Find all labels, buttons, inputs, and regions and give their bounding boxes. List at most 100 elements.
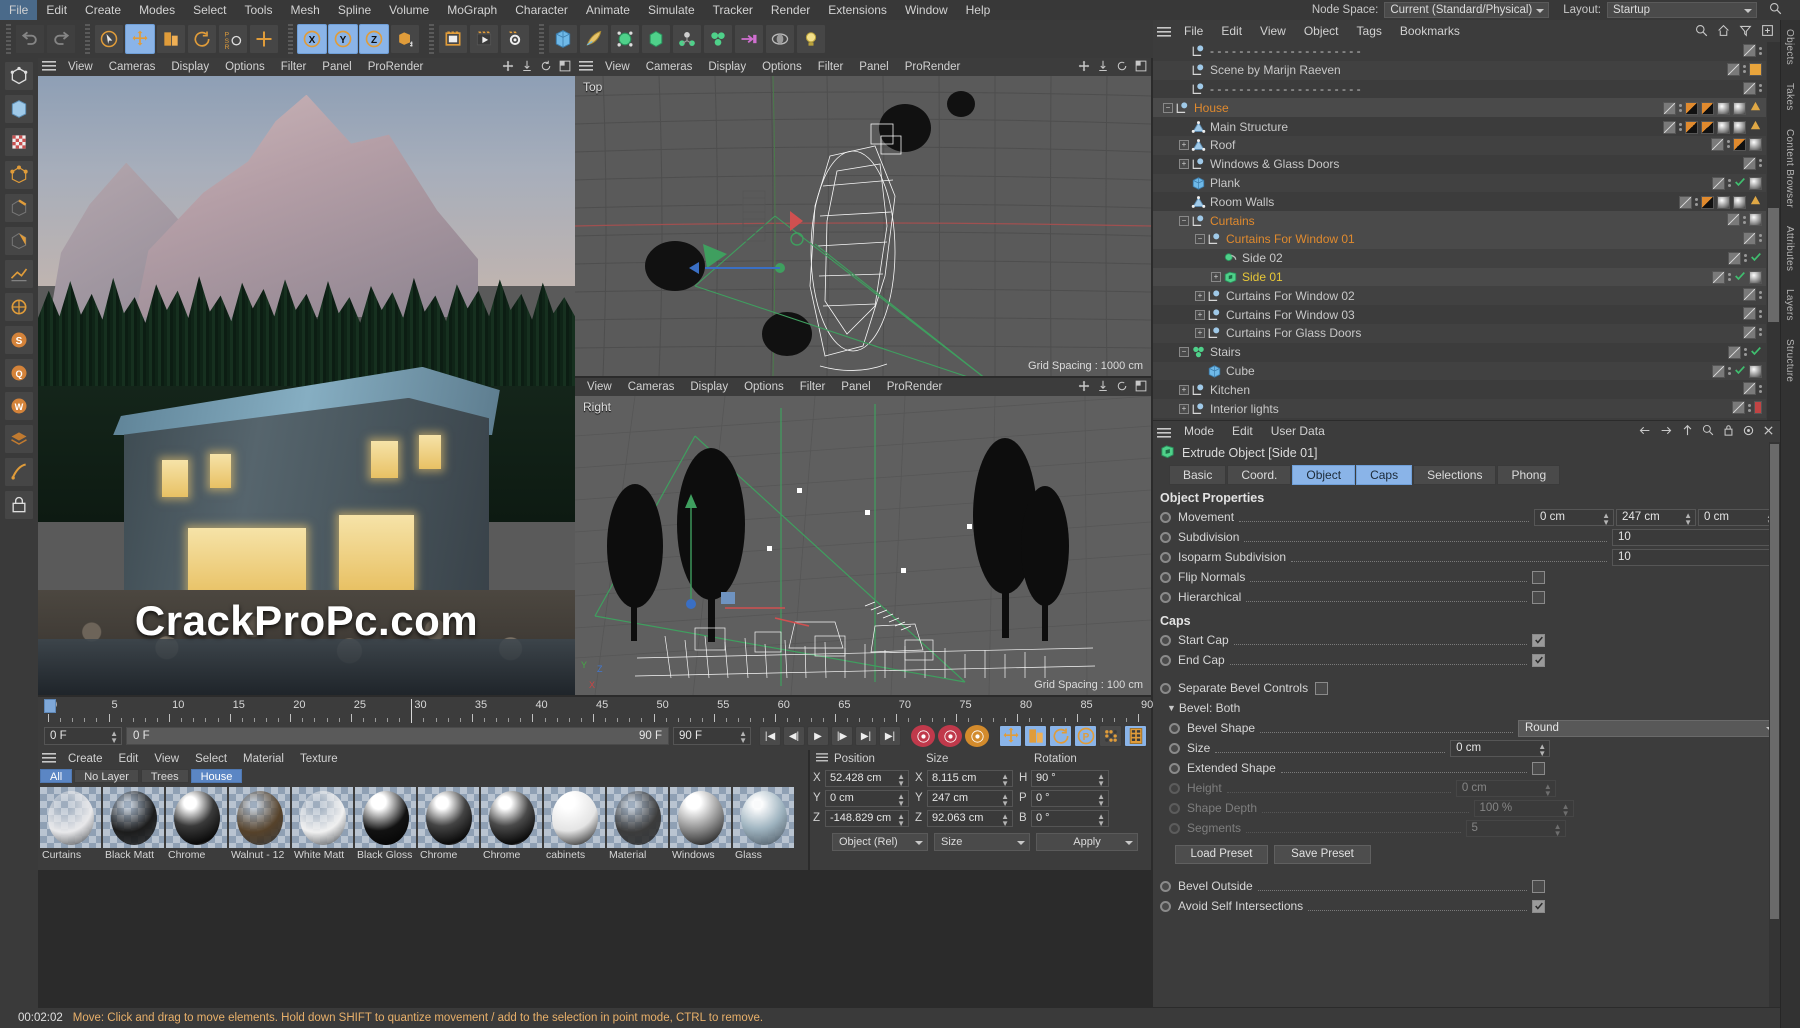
attribute-tab-caps[interactable]: Caps	[1356, 465, 1412, 485]
texture-tag[interactable]	[1733, 121, 1746, 134]
visibility-dots[interactable]	[1728, 367, 1731, 375]
layer-swatch[interactable]	[1679, 196, 1692, 209]
rotate-icon[interactable]	[540, 60, 552, 75]
material-swatch[interactable]: White Matt	[292, 787, 353, 862]
right-menu-filter[interactable]: Filter	[792, 378, 834, 396]
material-menu-view[interactable]: View	[146, 750, 187, 768]
isoparm-subdivision-field[interactable]: 10▲▼	[1612, 549, 1780, 566]
layer-swatch[interactable]	[1743, 382, 1756, 395]
perspective-viewport[interactable]: CrackProPc.com ViewCamerasDisplayOptions…	[38, 58, 575, 695]
record-active-objects-button[interactable]	[911, 725, 935, 747]
size-y-stepper[interactable]: ▲▼	[1001, 793, 1009, 807]
shape-depth-stepper[interactable]: ▲▼	[1562, 803, 1570, 817]
add-cube-object[interactable]	[548, 24, 578, 54]
object-row[interactable]: −Curtains	[1153, 211, 1766, 230]
selection-tag[interactable]	[1749, 100, 1762, 116]
rotation-p-stepper[interactable]: ▲▼	[1097, 793, 1105, 807]
add-field-object[interactable]	[734, 24, 764, 54]
rotation-b-stepper[interactable]: ▲▼	[1097, 813, 1105, 827]
right-menu-panel[interactable]: Panel	[833, 378, 878, 396]
world-object-axis[interactable]	[249, 24, 279, 54]
toolbar-gripper[interactable]	[6, 24, 11, 54]
material-menu-texture[interactable]: Texture	[292, 750, 346, 768]
toolbar-gripper[interactable]	[85, 24, 90, 54]
add-array-object[interactable]	[641, 24, 671, 54]
search-icon[interactable]	[1702, 424, 1714, 439]
selection-tag[interactable]	[1749, 119, 1762, 135]
viewport-hamburger-icon[interactable]	[579, 61, 593, 74]
menu-character[interactable]: Character	[506, 0, 577, 20]
visibility-dots[interactable]	[1743, 216, 1746, 224]
flip-normals-radio[interactable]	[1160, 572, 1171, 583]
expand-toggle[interactable]: +	[1195, 328, 1205, 338]
material-menu-create[interactable]: Create	[60, 750, 111, 768]
persp-menu-view[interactable]: View	[60, 58, 101, 76]
menu-tools[interactable]: Tools	[235, 0, 281, 20]
shape-depth-field[interactable]: 100 %▲▼	[1474, 800, 1574, 817]
object-row[interactable]: Cube	[1153, 362, 1766, 381]
end-cap-radio[interactable]	[1160, 655, 1171, 666]
menu-modes[interactable]: Modes	[130, 0, 184, 20]
end-frame-stepper[interactable]: ▲▼	[739, 730, 747, 744]
material-menu-select[interactable]: Select	[187, 750, 235, 768]
right-menu-display[interactable]: Display	[682, 378, 736, 396]
hierarchical-checkbox[interactable]	[1532, 591, 1545, 604]
texture-tag[interactable]	[1749, 213, 1762, 226]
visibility-check-icon[interactable]	[1734, 364, 1746, 379]
rotation-p-input[interactable]: 0 °▲▼	[1031, 790, 1109, 807]
material-hamburger-icon[interactable]	[42, 752, 56, 766]
bevel-shape-radio[interactable]	[1169, 723, 1180, 734]
material-swatch[interactable]: Walnut - 12	[229, 787, 290, 862]
zoom-icon[interactable]	[521, 60, 533, 75]
persp-menu-display[interactable]: Display	[163, 58, 217, 76]
material-swatch[interactable]: Black Gloss	[355, 787, 416, 862]
forward-arrow-icon[interactable]	[1660, 425, 1673, 439]
right-viewport[interactable]: X Y Z ViewCamerasDisplayOptionsFilterPan…	[575, 378, 1151, 695]
object-row[interactable]: −Stairs	[1153, 343, 1766, 362]
layer-swatch[interactable]	[1728, 346, 1741, 359]
subdivision-field[interactable]: 10▲▼	[1612, 529, 1780, 546]
movement-field-1[interactable]: 247 cm▲▼	[1616, 509, 1696, 526]
render-settings-button[interactable]	[500, 24, 530, 54]
separate-bevel-checkbox[interactable]	[1315, 682, 1328, 695]
layer-swatch[interactable]	[1743, 82, 1756, 95]
add-camera-object[interactable]	[765, 24, 795, 54]
menu-edit[interactable]: Edit	[37, 0, 76, 20]
layer-swatch[interactable]	[1743, 157, 1756, 170]
material-tag[interactable]	[1733, 138, 1746, 151]
animation-mode-toggle[interactable]	[1124, 725, 1147, 747]
coordinate-size-select[interactable]: Size	[934, 833, 1030, 851]
isoparm-subdivision-radio[interactable]	[1160, 552, 1171, 563]
attribute-tab-coord[interactable]: Coord.	[1227, 465, 1291, 485]
layout-select[interactable]: Startup	[1607, 2, 1757, 18]
coordinates-hamburger-icon[interactable]	[810, 753, 834, 765]
dock-tab-structure[interactable]: Structure	[1781, 330, 1798, 391]
visibility-dots[interactable]	[1748, 404, 1751, 412]
object-row[interactable]: −Curtains For Window 01	[1153, 230, 1766, 249]
visibility-dots[interactable]	[1759, 385, 1762, 393]
object-tree[interactable]: - - - - - - - - - - - - - - - - - - - - …	[1153, 42, 1766, 420]
material-swatch[interactable]: Black Matt	[103, 787, 164, 862]
material-swatch[interactable]: Glass	[733, 787, 794, 862]
material-menu-material[interactable]: Material	[235, 750, 292, 768]
texture-tag[interactable]	[1733, 102, 1746, 115]
rotate-icon[interactable]	[1116, 60, 1128, 75]
edge-mode[interactable]	[4, 193, 34, 223]
parameter-key-toggle[interactable]: P	[1074, 725, 1097, 747]
object-row[interactable]: +Kitchen	[1153, 380, 1766, 399]
texture-tag[interactable]	[1749, 177, 1762, 190]
pan-icon[interactable]	[1078, 380, 1090, 395]
object-hamburger-icon[interactable]	[1157, 26, 1171, 40]
texture-tag[interactable]	[1749, 365, 1762, 378]
attribute-menu-mode[interactable]: Mode	[1175, 421, 1223, 442]
material-layer-house[interactable]: House	[191, 769, 243, 783]
node-space-select[interactable]: Current (Standard/Physical)	[1384, 2, 1549, 18]
material-layer-trees[interactable]: Trees	[141, 769, 189, 783]
visibility-dots[interactable]	[1759, 47, 1762, 55]
object-row[interactable]: Side 02	[1153, 249, 1766, 268]
toolbar-gripper[interactable]	[539, 24, 544, 54]
menu-simulate[interactable]: Simulate	[639, 0, 704, 20]
material-swatch[interactable]: cabinets	[544, 787, 605, 862]
render-view-button[interactable]	[438, 24, 468, 54]
collapse-toggle[interactable]: −	[1195, 234, 1205, 244]
